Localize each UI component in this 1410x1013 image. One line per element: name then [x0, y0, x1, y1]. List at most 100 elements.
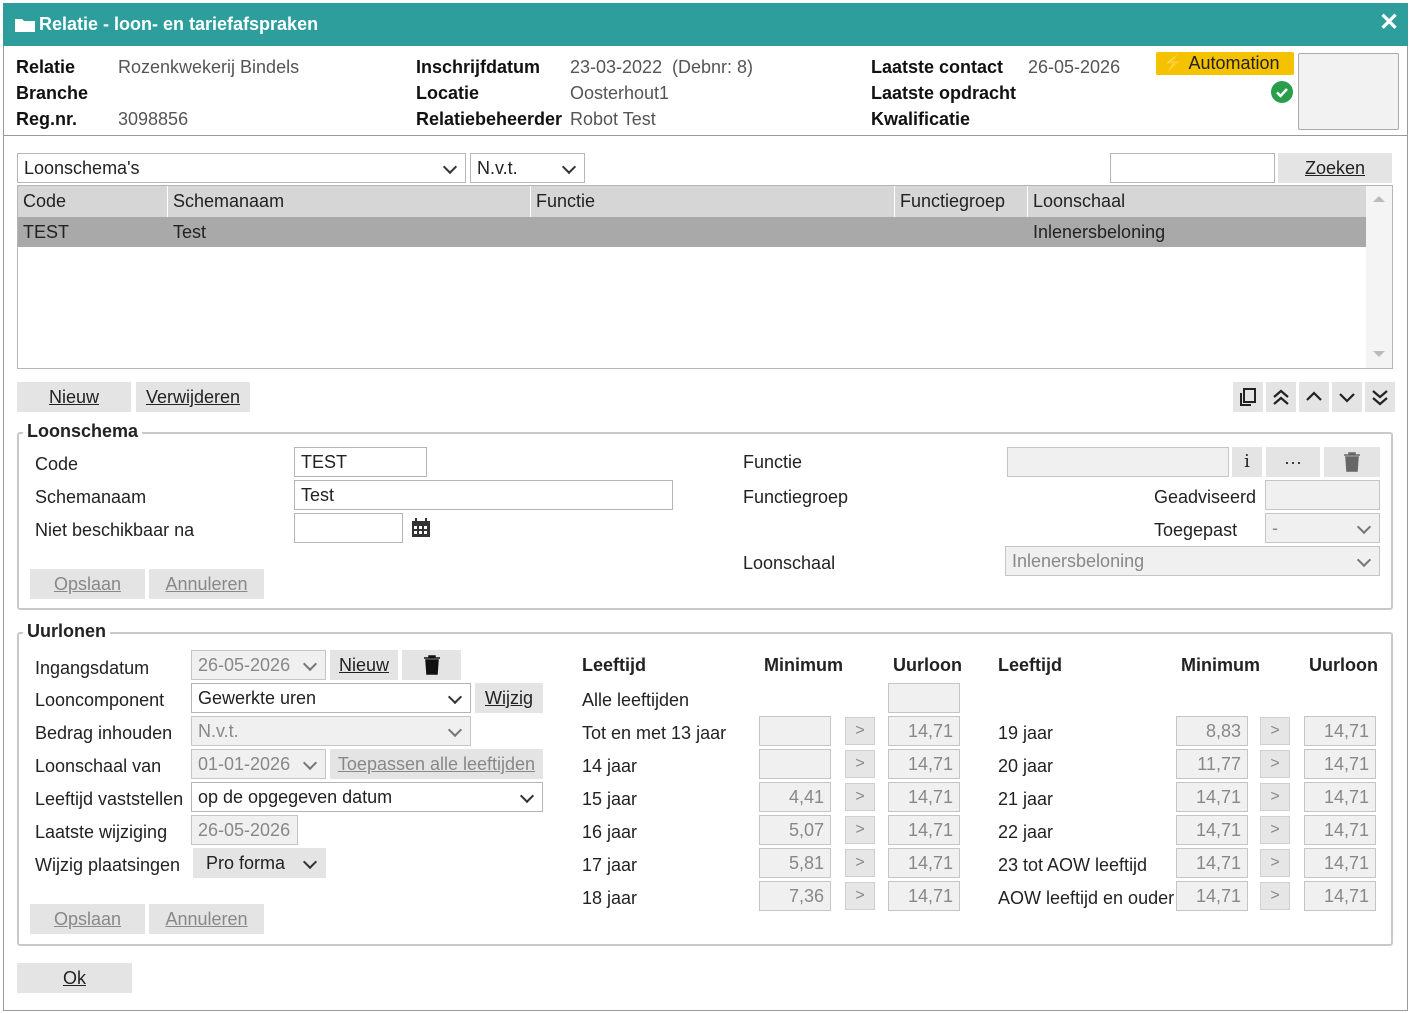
minimum-field: 14,71: [1176, 848, 1248, 878]
uurloon-field[interactable]: 14,71: [1304, 848, 1376, 878]
minimum-field: 8,83: [1176, 716, 1248, 746]
column-header-code[interactable]: Code: [18, 186, 168, 217]
uurloon-field[interactable]: 14,71: [1304, 815, 1376, 845]
browse-button[interactable]: ···: [1266, 447, 1320, 477]
info-button[interactable]: i: [1232, 447, 1262, 477]
copy-minimum-button[interactable]: >: [845, 882, 875, 910]
functiegroep-label: Functiegroep: [743, 487, 849, 507]
wijzig-plaatsingen-dropdown[interactable]: Pro forma: [193, 848, 326, 878]
code-field[interactable]: TEST: [294, 447, 427, 477]
copy-minimum-button[interactable]: >: [1260, 783, 1290, 811]
toegepast-select[interactable]: -: [1265, 513, 1380, 543]
copy-minimum-button[interactable]: >: [845, 750, 875, 778]
double-chevron-down-icon: [1372, 390, 1388, 406]
rate-save-button[interactable]: Opslaan: [30, 904, 145, 934]
move-up-button[interactable]: [1299, 382, 1329, 412]
scope-select[interactable]: N.v.t.: [470, 153, 585, 183]
col-header-leeftijd: Leeftijd: [582, 655, 647, 675]
loonschaal-select[interactable]: Inlenersbeloning: [1005, 546, 1380, 576]
copy-minimum-button[interactable]: >: [1260, 882, 1290, 910]
age-label: 14 jaar: [582, 756, 638, 776]
niet-beschikbaar-label: Niet beschikbaar na: [35, 520, 195, 540]
geadviseerd-field: [1265, 480, 1380, 510]
locatie-label: Locatie: [416, 83, 480, 103]
uurloon-field[interactable]: 14,71: [888, 782, 960, 812]
schemanaam-field[interactable]: Test: [294, 480, 673, 510]
col-header-leeftijd-2: Leeftijd: [998, 655, 1063, 675]
folder-icon: [15, 19, 35, 32]
col-header-uurloon-2: Uurloon: [1309, 655, 1378, 675]
schema-type-select[interactable]: Loonschema's: [17, 153, 466, 183]
search-button[interactable]: Zoeken: [1278, 153, 1392, 183]
column-header-loonschaal[interactable]: Loonschaal: [1028, 186, 1366, 217]
move-top-button[interactable]: [1266, 382, 1296, 412]
copy-minimum-button[interactable]: >: [845, 783, 875, 811]
uurloon-field[interactable]: 14,71: [1304, 716, 1376, 746]
schema-save-button[interactable]: Opslaan: [30, 569, 145, 599]
avatar[interactable]: [1298, 53, 1399, 130]
uurloon-field[interactable]: 14,71: [888, 815, 960, 845]
search-input[interactable]: [1110, 153, 1275, 183]
uurloon-field[interactable]: 14,71: [888, 749, 960, 779]
copy-minimum-button[interactable]: >: [845, 816, 875, 844]
move-down-button[interactable]: [1332, 382, 1362, 412]
ok-button[interactable]: Ok: [17, 963, 132, 993]
leeftijd-vaststellen-select[interactable]: op de opgegeven datum: [191, 782, 543, 812]
scroll-down-icon[interactable]: [1373, 351, 1385, 359]
delete-rate-button[interactable]: [402, 650, 461, 680]
locatie-value: Oosterhout1: [570, 83, 670, 103]
copy-minimum-button[interactable]: >: [1260, 750, 1290, 778]
copy-minimum-button[interactable]: >: [1260, 849, 1290, 877]
looncomponent-select[interactable]: Gewerkte uren: [191, 683, 471, 713]
clear-functie-button[interactable]: [1324, 447, 1380, 477]
functie-label: Functie: [743, 452, 803, 472]
uurloon-field[interactable]: 14,71: [1304, 782, 1376, 812]
col-header-minimum: Minimum: [764, 655, 843, 675]
column-header-schemanaam[interactable]: Schemanaam: [168, 186, 531, 217]
age-label-alle: Alle leeftijden: [582, 690, 690, 710]
col-header-minimum-2: Minimum: [1181, 655, 1260, 675]
scroll-up-icon[interactable]: [1373, 194, 1385, 202]
chevron-up-icon: [1306, 391, 1322, 401]
new-schema-button[interactable]: Nieuw: [17, 382, 131, 412]
uurloon-field[interactable]: 14,71: [1304, 749, 1376, 779]
copy-minimum-button[interactable]: >: [845, 717, 875, 745]
bedrag-inhouden-select[interactable]: N.v.t.: [191, 716, 471, 746]
delete-schema-button[interactable]: Verwijderen: [136, 382, 250, 412]
column-header-functiegroep[interactable]: Functiegroep: [895, 186, 1028, 217]
wijzig-button[interactable]: Wijzig: [475, 683, 543, 713]
wage-alle-field: [888, 683, 960, 713]
copy-minimum-button[interactable]: >: [845, 849, 875, 877]
copy-minimum-button[interactable]: >: [1260, 717, 1290, 745]
close-icon[interactable]: ✕: [1379, 11, 1399, 35]
minimum-field: 7,36: [759, 881, 831, 911]
copy-button[interactable]: [1233, 382, 1263, 412]
loonschaal-van-select[interactable]: 01-01-2026: [191, 749, 326, 779]
uurloon-field[interactable]: 14,71: [888, 881, 960, 911]
move-bottom-button[interactable]: [1365, 382, 1395, 412]
uurloon-field[interactable]: 14,71: [888, 716, 960, 746]
copy-minimum-button[interactable]: >: [1260, 816, 1290, 844]
functie-field[interactable]: [1007, 447, 1229, 477]
more-icon: ···: [1284, 452, 1302, 472]
calendar-icon[interactable]: [410, 517, 432, 539]
uurloon-field[interactable]: 14,71: [1304, 881, 1376, 911]
new-rate-button[interactable]: Nieuw: [330, 650, 398, 680]
rate-cancel-button[interactable]: Annuleren: [149, 904, 264, 934]
lightning-icon: ⚡: [1162, 53, 1185, 73]
apply-all-ages-button[interactable]: Toepassen alle leeftijden: [330, 749, 543, 779]
column-header-functie[interactable]: Functie: [531, 186, 895, 217]
minimum-field: 14,71: [1176, 815, 1248, 845]
laatste-wijziging-label: Laatste wijziging: [35, 822, 168, 842]
age-label: 23 tot AOW leeftijd: [998, 855, 1148, 875]
uurloon-field[interactable]: 14,71: [888, 848, 960, 878]
beheerder-label: Relatiebeheerder: [416, 109, 563, 129]
schema-cancel-button[interactable]: Annuleren: [149, 569, 264, 599]
inschrijf-label: Inschrijfdatum: [416, 57, 541, 77]
ingangsdatum-select[interactable]: 26-05-2026: [191, 650, 326, 680]
vertical-scrollbar[interactable]: [1366, 186, 1392, 368]
automation-badge: ⚡ Automation: [1156, 52, 1294, 75]
niet-beschikbaar-field[interactable]: [294, 513, 403, 543]
age-label: Tot en met 13 jaar: [582, 723, 727, 743]
geadviseerd-label: Geadviseerd: [1154, 487, 1257, 507]
